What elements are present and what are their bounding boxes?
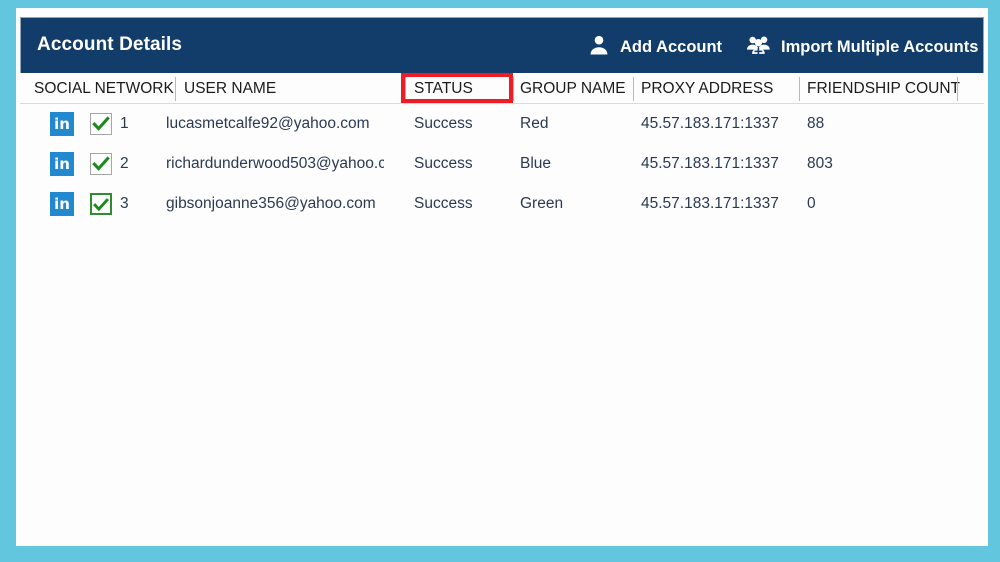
- window-title-bar: Account Details Add Account Import Multi…: [20, 17, 984, 73]
- account-details-window: Account Details Add Account Import Multi…: [16, 8, 988, 546]
- column-header-friendship-count[interactable]: FRIENDSHIP COUNT: [807, 73, 960, 104]
- import-multiple-accounts-button[interactable]: Import Multiple Accounts: [745, 33, 978, 62]
- table-row[interactable]: in 2 richardunderwood503@yahoo.c Success…: [20, 144, 984, 184]
- cell-proxy-address: 45.57.183.171:1337: [641, 195, 779, 212]
- table-row[interactable]: in 3 gibsonjoanne356@yahoo.com Success G…: [20, 184, 984, 224]
- cell-proxy-address: 45.57.183.171:1337: [641, 115, 779, 132]
- column-header-group-name[interactable]: GROUP NAME: [520, 73, 626, 104]
- column-divider[interactable]: [175, 77, 176, 101]
- import-accounts-label: Import Multiple Accounts: [781, 38, 979, 56]
- column-divider[interactable]: [799, 77, 800, 101]
- column-header-proxy-address[interactable]: PROXY ADDRESS: [641, 73, 773, 104]
- cell-user-name: richardunderwood503@yahoo.c: [166, 155, 384, 172]
- cell-status: Success: [414, 115, 473, 132]
- cell-group-name: Red: [520, 115, 549, 132]
- cell-status: Success: [414, 195, 473, 212]
- row-select-checkbox[interactable]: [90, 153, 112, 175]
- cell-friendship-count: 88: [807, 115, 825, 132]
- table-body: in 1 lucasmetcalfe92@yahoo.com Success R…: [20, 104, 984, 542]
- column-header-status[interactable]: STATUS: [414, 73, 473, 104]
- add-account-button[interactable]: Add Account: [587, 33, 722, 62]
- page-title: Account Details: [37, 34, 183, 55]
- column-header-user-name[interactable]: USER NAME: [184, 73, 276, 104]
- column-divider[interactable]: [957, 77, 958, 101]
- cell-proxy-address: 45.57.183.171:1337: [641, 155, 779, 172]
- add-account-label: Add Account: [620, 38, 723, 56]
- app-window-frame: Account Details Add Account Import Multi…: [0, 0, 1000, 562]
- people-group-icon: [745, 33, 772, 62]
- cell-user-name: gibsonjoanne356@yahoo.com: [166, 195, 376, 212]
- cell-group-name: Green: [520, 195, 564, 212]
- row-index: 1: [120, 115, 129, 132]
- row-index: 2: [120, 155, 129, 172]
- column-header-social-network[interactable]: SOCIAL NETWORK: [34, 73, 174, 104]
- column-divider[interactable]: [513, 77, 514, 101]
- cell-user-name: lucasmetcalfe92@yahoo.com: [166, 115, 370, 132]
- column-divider[interactable]: [633, 77, 634, 101]
- linkedin-icon[interactable]: in: [50, 192, 74, 216]
- linkedin-icon[interactable]: in: [50, 112, 74, 136]
- table-row[interactable]: in 1 lucasmetcalfe92@yahoo.com Success R…: [20, 104, 984, 144]
- cell-group-name: Blue: [520, 155, 552, 172]
- row-select-checkbox[interactable]: [90, 113, 112, 135]
- cell-status: Success: [414, 155, 473, 172]
- cell-friendship-count: 803: [807, 155, 833, 172]
- linkedin-icon[interactable]: in: [50, 152, 74, 176]
- person-icon: [587, 33, 611, 62]
- row-select-checkbox[interactable]: [90, 193, 112, 215]
- cell-friendship-count: 0: [807, 195, 816, 212]
- row-index: 3: [120, 195, 129, 212]
- table-column-header-row: SOCIAL NETWORK USER NAME STATUS GROUP NA…: [20, 73, 984, 104]
- column-divider[interactable]: [405, 77, 406, 101]
